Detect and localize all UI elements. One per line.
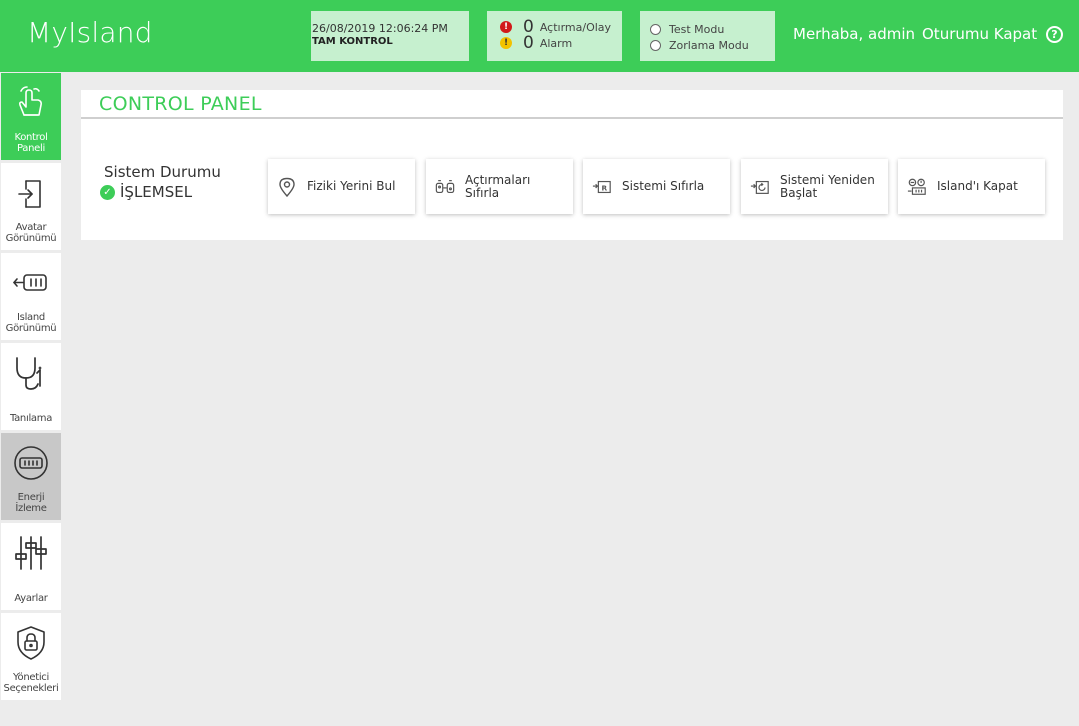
sidebar-item-label: Yönetici Seçenekleri: [3, 672, 59, 694]
login-door-icon: [16, 173, 46, 213]
system-status-value-row: ✓ İŞLEMSEL: [100, 183, 192, 201]
datetime-text: 26/08/2019 12:06:24 PM: [312, 22, 448, 35]
island-module-icon: [12, 263, 50, 303]
top-header: MyIsland 26/08/2019 12:06:24 PM TAM KONT…: [0, 0, 1079, 72]
force-mode-label: Zorlama Modu: [669, 38, 749, 52]
datetime-box: 26/08/2019 12:06:24 PM TAM KONTROL: [311, 11, 469, 61]
app-logo: MyIsland: [27, 16, 153, 49]
help-icon[interactable]: ?: [1046, 26, 1063, 43]
button-label: Sistemi Yeniden Başlat: [780, 172, 875, 200]
alarm-label: Alarm: [539, 36, 573, 50]
trip-event-label: Açtırma/Olay: [539, 20, 612, 34]
alarm-count: 0: [523, 33, 534, 53]
test-mode-option[interactable]: Test Modu: [650, 21, 775, 37]
sidebar-item-label: Enerji İzleme: [15, 492, 47, 514]
shutdown-island-button[interactable]: Island'ı Kapat: [898, 159, 1045, 214]
check-circle-icon: ✓: [100, 184, 115, 200]
sidebar-item-diagnostics[interactable]: Tanılama: [1, 343, 61, 430]
reset-trips-button[interactable]: Açtırmaları Sıfırla: [426, 159, 573, 214]
alarm-row[interactable]: ! 0 Alarm: [500, 33, 622, 53]
shield-lock-icon: [14, 623, 48, 663]
control-panel-card: CONTROL PANEL Sistem Durumu ✓ İŞLEMSEL F…: [81, 90, 1063, 240]
energy-meter-icon: [12, 443, 50, 483]
page-title: CONTROL PANEL: [99, 93, 262, 115]
sidebar-item-island-view[interactable]: Island Görünümü: [1, 253, 61, 340]
button-label: Fiziki Yerini Bul: [307, 179, 396, 193]
sidebar-item-label: Kontrol Paneli: [14, 132, 48, 154]
reset-trips-icon: [435, 177, 455, 197]
button-label: Sistemi Sıfırla: [622, 179, 705, 193]
system-reset-button[interactable]: R Sistemi Sıfırla: [583, 159, 730, 214]
control-mode-text: TAM KONTROL: [312, 36, 393, 47]
sidebar-item-label: Tanılama: [9, 413, 53, 424]
sidebar-item-control-panel[interactable]: Kontrol Paneli: [1, 73, 61, 160]
title-divider: [81, 117, 1063, 119]
sidebar-item-label: Avatar Görünümü: [5, 222, 57, 244]
hand-pointer-icon: [14, 83, 48, 123]
test-mode-label: Test Modu: [669, 22, 725, 36]
sidebar-item-settings[interactable]: Ayarlar: [1, 523, 61, 610]
error-icon: !: [500, 21, 512, 33]
force-mode-radio[interactable]: [650, 39, 661, 51]
trip-event-row[interactable]: ! 0 Açtırma/Olay: [500, 19, 622, 36]
system-restart-button[interactable]: Sistemi Yeniden Başlat: [741, 159, 888, 214]
island-off-icon: [907, 177, 927, 197]
sidebar-item-avatar-view[interactable]: Avatar Görünümü: [1, 163, 61, 250]
sidebar-item-admin-options[interactable]: Yönetici Seçenekleri: [1, 613, 61, 700]
stethoscope-icon: [12, 353, 50, 393]
svg-text:R: R: [602, 183, 608, 192]
restart-icon: [750, 177, 770, 197]
sidebar-item-label: Island Görünümü: [5, 312, 57, 334]
sidebar-item-energy-monitoring[interactable]: Enerji İzleme: [1, 433, 61, 520]
location-pin-icon: [277, 177, 297, 197]
locate-physical-button[interactable]: Fiziki Yerini Bul: [268, 159, 415, 214]
sidebar-item-label: Ayarlar: [14, 593, 48, 604]
user-greeting[interactable]: Merhaba, admin: [793, 25, 915, 43]
sliders-icon: [12, 533, 50, 573]
system-status-value: İŞLEMSEL: [120, 183, 193, 201]
system-status-label: Sistem Durumu: [104, 163, 221, 181]
mode-box: Test Modu Zorlama Modu: [640, 11, 775, 61]
button-label: Açtırmaları Sıfırla: [465, 172, 531, 200]
button-label: Island'ı Kapat: [937, 179, 1018, 193]
test-mode-radio[interactable]: [650, 23, 661, 35]
logout-link[interactable]: Oturumu Kapat: [922, 25, 1037, 43]
warning-icon: !: [500, 37, 512, 49]
force-mode-option[interactable]: Zorlama Modu: [650, 37, 775, 53]
system-reset-icon: R: [592, 177, 612, 197]
alarm-box[interactable]: ! 0 Açtırma/Olay ! 0 Alarm: [487, 11, 622, 61]
